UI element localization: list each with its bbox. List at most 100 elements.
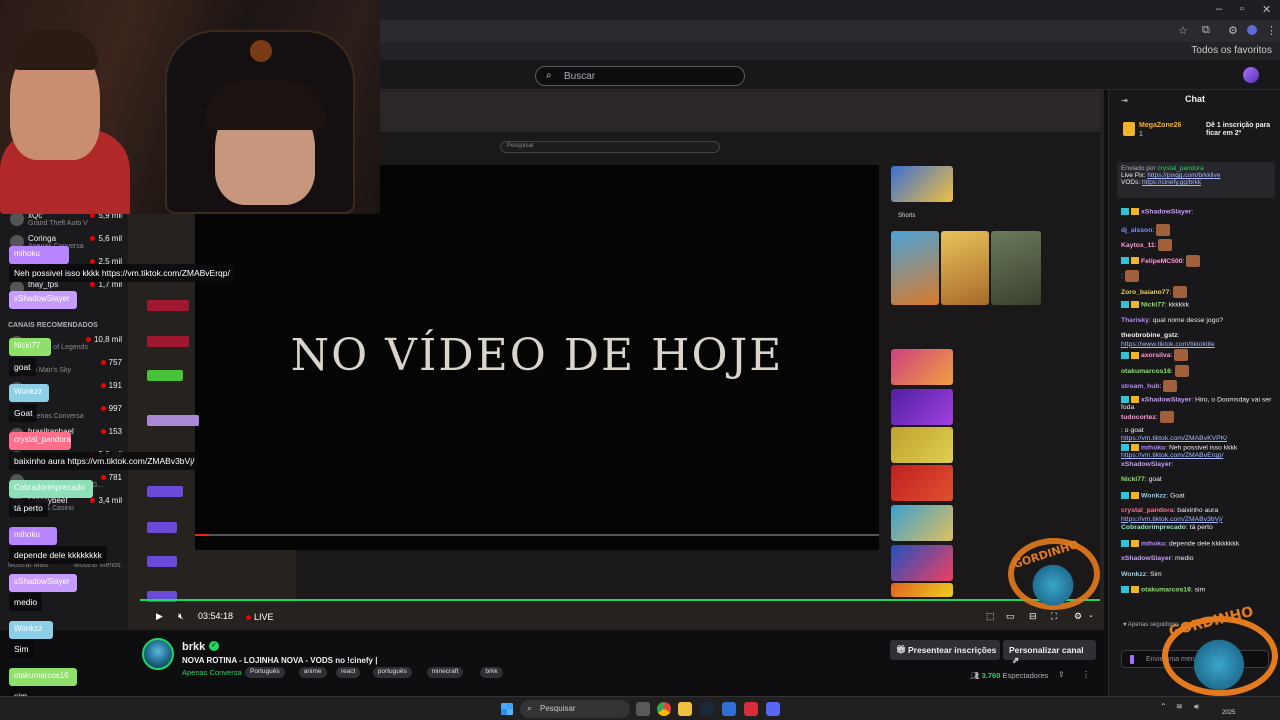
channel-name[interactable]: brkk [182, 641, 205, 653]
chat-message[interactable]: Nicki77: kkkkkk [1121, 301, 1273, 310]
chat-message[interactable]: stream_hub: [1121, 380, 1273, 392]
file-explorer-icon[interactable] [678, 702, 692, 716]
taskbar-clock[interactable]: 2025 [1222, 701, 1235, 717]
chat-username[interactable]: Kaytox_11 [1121, 242, 1155, 249]
extensions-icon[interactable]: ⧉ [1202, 24, 1210, 37]
chat-message[interactable]: xShadowSlayer: [1121, 208, 1273, 217]
chat-username[interactable]: Zoro_baiano77 [1121, 288, 1169, 295]
user-avatar[interactable] [1243, 67, 1259, 83]
chat-message[interactable]: Zoro_baiano77: [1121, 285, 1273, 298]
close-icon[interactable]: ✕ [1262, 3, 1271, 16]
chat-message[interactable]: tudocortez: [1121, 411, 1273, 423]
chat-username[interactable]: mihoku [1141, 444, 1165, 451]
maximize-icon[interactable]: ▫ [1240, 3, 1244, 15]
chat-message[interactable]: theobrobine_gstz: https://www.tiktok.com… [1121, 332, 1273, 349]
pinned-vods-link[interactable]: https://cinefy.gg/brkk [1142, 179, 1201, 186]
customize-channel-button[interactable]: Personalizar canal ⇗ [1003, 640, 1096, 665]
chat-username[interactable]: xShadowSlayer [1121, 555, 1171, 562]
chevron-down-icon[interactable]: ⌄ [1088, 611, 1094, 619]
chat-message[interactable]: : [1121, 270, 1273, 282]
chat-username[interactable]: otakumarcos16 [1141, 586, 1191, 593]
browser-settings-icon[interactable]: ⚙ [1228, 24, 1238, 37]
stream-tag[interactable]: anime [298, 667, 327, 678]
app-icon[interactable] [722, 702, 736, 716]
chat-username[interactable]: xShadowSlayer [1121, 461, 1171, 468]
chat-message[interactable]: dj_alsson: [1121, 223, 1273, 236]
gift-subs-button[interactable]: 🎁︎ Presentear inscrições [890, 640, 1000, 660]
stream-tag[interactable]: minecraft [426, 667, 464, 678]
more-options-icon[interactable]: ⋮ [1082, 670, 1090, 679]
chat-message[interactable]: xShadowSlayer: [1121, 461, 1273, 470]
stream-tag[interactable]: Português [245, 667, 285, 678]
chat-message[interactable]: : o goat https://vm.tiktok.com/ZMABvKVPK/ [1121, 427, 1273, 444]
settings-gear-icon[interactable]: ⚙ [1074, 611, 1082, 622]
chat-username[interactable]: Wonkzz [1121, 571, 1146, 578]
chat-message[interactable]: crystal_pandora: baixinho aura https://vm… [1121, 507, 1273, 524]
taskbar-search[interactable]: ⌕ Pesquisar [520, 700, 630, 718]
chat-username[interactable]: Wonkzz [1141, 492, 1166, 499]
chat-message[interactable]: mihoku: depende dele kkkkkkkk [1121, 539, 1273, 549]
minimize-icon[interactable]: – [1216, 3, 1222, 15]
chat-message[interactable]: otakumarcos16: sim [1121, 586, 1273, 595]
stream-tag[interactable]: brkk [480, 667, 503, 678]
chat-link[interactable]: https://www.tiktok.com/tiktoklite [1121, 341, 1215, 348]
windows-start-icon[interactable] [501, 703, 513, 715]
chat-username[interactable]: axorsilva [1141, 352, 1170, 359]
chat-username[interactable]: theobrobine_gstz [1121, 332, 1178, 339]
chat-message[interactable]: Nicki77: goat [1121, 476, 1273, 485]
chat-message[interactable]: Wonkzz: Goat [1121, 491, 1273, 501]
chat-message[interactable]: xShadowSlayer: medio [1121, 555, 1273, 564]
chat-username[interactable]: dj_alsson [1121, 226, 1152, 233]
chat-username[interactable]: Cobradorimprecado [1121, 524, 1186, 531]
channel-avatar[interactable] [142, 638, 174, 670]
task-view-icon[interactable] [636, 702, 650, 716]
chat-link[interactable]: https://vm.tiktok.com/ZMABvErqp/ [1121, 452, 1223, 459]
tray-chevron-icon[interactable]: ⌃ [1160, 702, 1167, 711]
share-icon[interactable]: ⇪ [1058, 670, 1065, 679]
app-icon[interactable] [744, 702, 758, 716]
search-input[interactable]: ⌕ Buscar [535, 66, 745, 86]
chat-username[interactable]: crystal_pandora [1121, 507, 1174, 514]
chat-username[interactable]: stream_hub [1121, 383, 1160, 390]
browser-menu-icon[interactable]: ⋮ [1266, 24, 1277, 37]
fullscreen-icon[interactable]: ⛶ [1051, 611, 1057, 622]
chat-username[interactable]: Nicki77 [1121, 476, 1145, 483]
chat-username[interactable]: otakumarcos16 [1121, 367, 1171, 374]
chat-username[interactable]: xShadowSlayer [1141, 396, 1191, 403]
chat-message[interactable]: Wonkzz: Sim [1121, 571, 1273, 580]
theatre-mode-icon[interactable]: ▭ [1006, 611, 1015, 622]
chat-message[interactable]: Kaytox_11: [1121, 239, 1273, 251]
mini-player-icon[interactable]: ⊟ [1029, 611, 1037, 622]
steam-icon[interactable] [700, 702, 714, 716]
chat-username[interactable]: mihoku [1141, 540, 1165, 547]
pinned-pix-link[interactable]: https://pixgg.com/brkklive [1147, 172, 1220, 179]
chat-username[interactable]: Nicki77 [1141, 301, 1165, 308]
stream-tag[interactable]: português [372, 667, 412, 678]
discord-icon[interactable] [766, 702, 780, 716]
play-icon[interactable]: ▶ [156, 611, 163, 622]
profile-avatar-icon[interactable] [1247, 25, 1257, 35]
bookmark-star-icon[interactable]: ☆ [1178, 24, 1188, 37]
clip-icon[interactable]: ⬚ [986, 611, 995, 622]
chat-username[interactable]: tudocortez [1121, 414, 1156, 421]
chat-message[interactable]: Cobradorimprecado: tá perto [1121, 524, 1273, 533]
chat-username[interactable]: FelipeMC500 [1141, 257, 1183, 264]
chat-message[interactable]: FelipeMC500: [1121, 254, 1273, 267]
chat-link[interactable]: https://vm.tiktok.com/ZMABvKVPK/ [1121, 435, 1227, 442]
stream-category[interactable]: Apenas Conversa [182, 668, 242, 677]
volume-icon[interactable]: 🔊︎ [1194, 702, 1199, 712]
chat-link[interactable]: https://vm.tiktok.com/ZMABv3bVj/ [1121, 516, 1223, 523]
chat-username[interactable]: Tharisky [1121, 317, 1149, 324]
chat-message[interactable]: axorsilva: [1121, 349, 1273, 361]
stream-progress-bar[interactable] [140, 599, 1100, 601]
mute-icon[interactable]: 🔇︎ [178, 611, 184, 622]
chat-message[interactable]: mihoku: Neh possivel isso kkkk https://vm… [1121, 443, 1273, 461]
wifi-icon[interactable]: ≋ [1176, 702, 1183, 711]
chat-message[interactable]: otakumarcos16: [1121, 364, 1273, 377]
chat-username[interactable]: xShadowSlayer [1141, 208, 1191, 215]
hype-leaderboard[interactable]: MegaZone26 1 Dê 1 inscrição para ficar e… [1123, 120, 1273, 142]
all-bookmarks-link[interactable]: Todos os favoritos [1191, 45, 1272, 56]
stream-tag[interactable]: react [335, 667, 361, 678]
pinned-message[interactable]: Enviado por crystal_pandora Live Pix: ht… [1117, 162, 1275, 198]
chrome-icon[interactable] [657, 702, 671, 716]
